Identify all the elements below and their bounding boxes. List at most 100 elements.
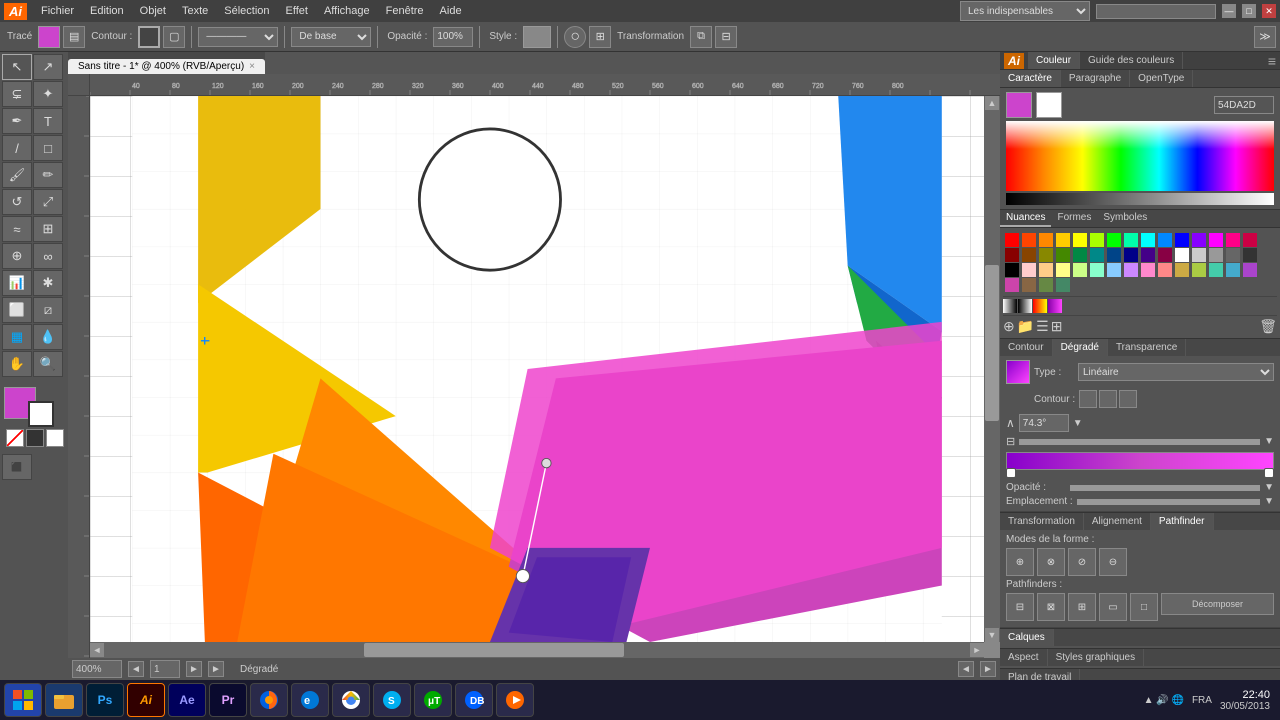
- swatch-add-btn[interactable]: ⊕: [1003, 318, 1015, 335]
- contour-btn-2[interactable]: [1099, 390, 1117, 408]
- swatch-item[interactable]: [1056, 263, 1070, 277]
- skype-btn[interactable]: S: [373, 683, 411, 717]
- swatch-item[interactable]: [1056, 233, 1070, 247]
- gradient-bar[interactable]: [1006, 452, 1274, 470]
- hand-tool[interactable]: ✋: [2, 351, 32, 377]
- swatch-item[interactable]: [1243, 263, 1257, 277]
- current-color-swatch[interactable]: [1006, 92, 1032, 118]
- search-input[interactable]: [1096, 4, 1216, 19]
- tab-couleur[interactable]: Couleur: [1028, 52, 1080, 69]
- opacity-slider[interactable]: [1070, 485, 1260, 491]
- hscroll-left-btn[interactable]: ◄: [90, 643, 104, 657]
- swatch-item[interactable]: [1022, 263, 1036, 277]
- swatch-item[interactable]: [1005, 248, 1019, 262]
- swatch-item[interactable]: [1022, 278, 1036, 292]
- blend-tool[interactable]: ∞: [33, 243, 63, 269]
- pf-trim-btn[interactable]: ⊠: [1037, 593, 1065, 621]
- free-transform-tool[interactable]: ⊞: [33, 216, 63, 242]
- swatch-item[interactable]: [1107, 263, 1121, 277]
- swatch-item[interactable]: [1141, 248, 1155, 262]
- after-effects-btn[interactable]: Ae: [168, 683, 206, 717]
- vscroll-track[interactable]: [984, 110, 1000, 628]
- swatch-item[interactable]: [1243, 233, 1257, 247]
- menu-edition[interactable]: Edition: [82, 3, 132, 19]
- swatch-item[interactable]: [1022, 233, 1036, 247]
- direct-selection-tool[interactable]: ↗: [33, 54, 63, 80]
- emplacement-dropdown[interactable]: ▼: [1264, 496, 1274, 507]
- fill-icon[interactable]: ▤: [63, 26, 85, 48]
- align-icon[interactable]: ⊞: [589, 26, 611, 48]
- swatch-item[interactable]: [1005, 233, 1019, 247]
- pf-minus-front-btn[interactable]: ⊖: [1099, 548, 1127, 576]
- tab-plan-travail[interactable]: Plan de travail: [1000, 669, 1080, 680]
- gradient-type-select[interactable]: Linéaire: [1078, 363, 1274, 381]
- swatch-item[interactable]: [1039, 233, 1053, 247]
- artboard-tool[interactable]: ⬜: [2, 297, 32, 323]
- tab-pathfinder[interactable]: Pathfinder: [1151, 513, 1214, 530]
- grad-swatch-wb[interactable]: [1003, 299, 1017, 313]
- swatch-item[interactable]: [1056, 248, 1070, 262]
- swatch-item[interactable]: [1124, 248, 1138, 262]
- swatch-item[interactable]: [1124, 233, 1138, 247]
- menu-effet[interactable]: Effet: [278, 3, 316, 19]
- swatch-item[interactable]: [1039, 278, 1053, 292]
- swatch-item[interactable]: [1107, 233, 1121, 247]
- swatch-item[interactable]: [1107, 248, 1121, 262]
- menu-aide[interactable]: Aide: [432, 3, 470, 19]
- grad-swatch-ry[interactable]: [1033, 299, 1047, 313]
- swatch-item[interactable]: [1073, 248, 1087, 262]
- swatch-item[interactable]: [1158, 263, 1172, 277]
- menu-selection[interactable]: Sélection: [216, 3, 277, 19]
- stroke-color-indicator[interactable]: [28, 401, 54, 427]
- menu-fenetre[interactable]: Fenêtre: [378, 3, 432, 19]
- vscroll-up-btn[interactable]: ▲: [985, 96, 999, 110]
- swatch-item[interactable]: [1073, 263, 1087, 277]
- swatch-item[interactable]: [1175, 248, 1189, 262]
- hscroll-thumb[interactable]: [364, 643, 624, 657]
- minimize-button[interactable]: —: [1222, 4, 1236, 18]
- tab-transparence-sec[interactable]: Transparence: [1108, 339, 1186, 356]
- menu-objet[interactable]: Objet: [132, 3, 174, 19]
- pf-divide-btn[interactable]: ⊟: [1006, 593, 1034, 621]
- swatch-delete-btn[interactable]: 🗑: [1259, 318, 1277, 335]
- premiere-btn[interactable]: Pr: [209, 683, 247, 717]
- swatch-item[interactable]: [1005, 263, 1019, 277]
- scroll-left-btn[interactable]: ◄: [958, 661, 974, 677]
- gradient-preview-swatch[interactable]: [1006, 360, 1030, 384]
- angle-dropdown-btn[interactable]: ▼: [1073, 418, 1083, 429]
- tab-transformation[interactable]: Transformation: [1000, 513, 1084, 530]
- column-graph-tool[interactable]: 📊: [2, 270, 32, 296]
- panel-collapse-btn[interactable]: ≡: [1268, 53, 1276, 69]
- hscroll[interactable]: ◄ ►: [90, 642, 984, 658]
- grad-swatch-bw[interactable]: [1018, 299, 1032, 313]
- pf-merge-btn[interactable]: ⊞: [1068, 593, 1096, 621]
- swatch-item[interactable]: [1124, 263, 1138, 277]
- white-color-btn[interactable]: [46, 429, 64, 447]
- swatch-item[interactable]: [1192, 263, 1206, 277]
- tab-nuances[interactable]: Nuances: [1000, 210, 1051, 227]
- pf-crop-btn[interactable]: ▭: [1099, 593, 1127, 621]
- swatch-item[interactable]: [1192, 233, 1206, 247]
- arrange-icon[interactable]: ⊟: [715, 26, 737, 48]
- type-tool[interactable]: T: [33, 108, 63, 134]
- swatch-item[interactable]: [1226, 248, 1240, 262]
- lasso-tool[interactable]: ⊊: [2, 81, 32, 107]
- swatch-item[interactable]: [1192, 248, 1206, 262]
- next-page-btn[interactable]: ►: [186, 661, 202, 677]
- doc-tab-close[interactable]: ×: [249, 61, 255, 72]
- color-spectrum[interactable]: [1006, 121, 1274, 191]
- scroll-right-btn[interactable]: ►: [980, 661, 996, 677]
- swatch-item[interactable]: [1022, 248, 1036, 262]
- tab-styles-graphiques[interactable]: Styles graphiques: [1048, 649, 1145, 666]
- opacity-dropdown[interactable]: ▼: [1264, 482, 1274, 493]
- tab-degrade-sec[interactable]: Dégradé: [1053, 339, 1108, 356]
- swatch-item[interactable]: [1226, 233, 1240, 247]
- scale-tool[interactable]: ⤢: [33, 189, 63, 215]
- pf-intersect-btn[interactable]: ⊗: [1037, 548, 1065, 576]
- tab-aspect[interactable]: Aspect: [1000, 649, 1048, 666]
- pf-outline-btn[interactable]: □: [1130, 593, 1158, 621]
- pencil-tool[interactable]: ✏: [33, 162, 63, 188]
- maximize-button[interactable]: □: [1242, 4, 1256, 18]
- ie-btn[interactable]: e: [291, 683, 329, 717]
- workspace-dropdown[interactable]: Les indispensables: [960, 1, 1090, 21]
